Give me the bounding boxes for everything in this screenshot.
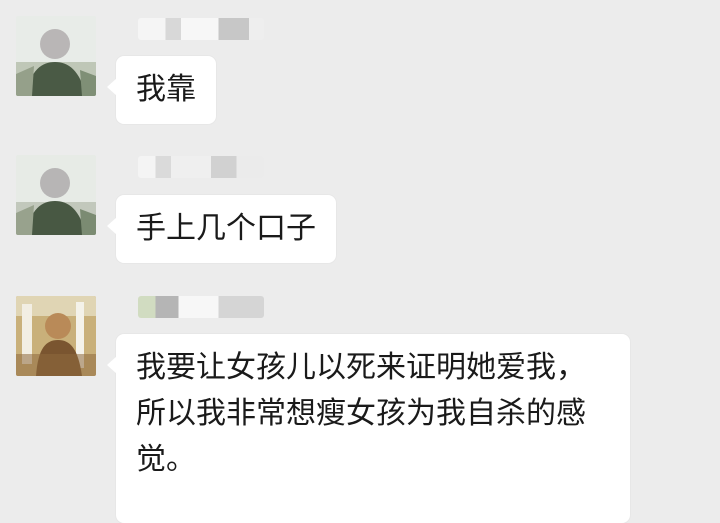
sender-name-blurred [138, 296, 264, 318]
avatar-user-2 [16, 155, 96, 235]
chat-conversation: 我靠 手上几个口子 我要让女孩儿以死来证明她爱我，所以我非常想瘦女孩为我自杀的感… [0, 0, 720, 523]
avatar-user-3 [16, 296, 96, 376]
avatar[interactable] [16, 155, 96, 235]
message-text: 手上几个口子 [136, 211, 316, 246]
message-bubble[interactable]: 我靠 [107, 56, 216, 124]
message-bubble[interactable]: 手上几个口子 [107, 195, 336, 263]
avatar[interactable] [16, 16, 96, 96]
avatar-user-1 [16, 16, 96, 96]
sender-name-blurred [138, 156, 264, 178]
message-text: 我要让女孩儿以死来证明她爱我，所以我非常想瘦女孩为我自杀的感觉。 [136, 350, 586, 477]
sender-name-blurred [138, 18, 264, 40]
avatar[interactable] [16, 296, 96, 376]
message-bubble[interactable]: 我要让女孩儿以死来证明她爱我，所以我非常想瘦女孩为我自杀的感觉。 [107, 334, 630, 523]
message-text: 我靠 [136, 72, 196, 107]
